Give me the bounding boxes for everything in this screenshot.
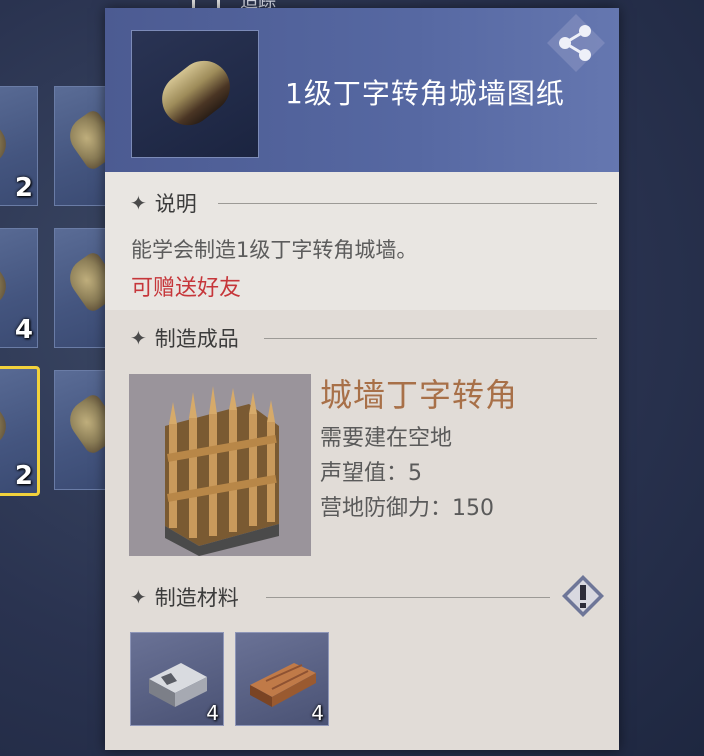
divider (264, 338, 597, 339)
product-attribute: 营地防御力：150 (320, 496, 494, 521)
share-icon[interactable] (545, 12, 607, 74)
diamond-icon: ✦ (130, 585, 147, 609)
slot-count: 2 (14, 173, 33, 203)
item-title: 1级丁字转角城墙图纸 (285, 77, 565, 110)
description-header-label: 说明 (154, 192, 197, 216)
divider (218, 203, 597, 204)
diamond-icon: ✦ (130, 191, 147, 215)
material-count: 4 (311, 701, 324, 725)
item-thumbnail (131, 30, 259, 158)
warning-icon[interactable] (561, 574, 605, 618)
product-header: ✦ 制造成品 (130, 324, 239, 352)
diamond-icon: ✦ (130, 326, 147, 350)
inventory-slot[interactable]: 2 (0, 86, 38, 206)
blueprint-scroll-icon (0, 250, 14, 314)
blueprint-scroll-icon (151, 50, 241, 136)
inventory-slot[interactable]: 4 (0, 228, 38, 348)
description-header: ✦ 说明 (130, 189, 197, 217)
description-text: 能学会制造1级丁字转角城墙。 (131, 238, 418, 262)
inventory-slot-selected[interactable]: 2 (0, 366, 40, 496)
divider (266, 597, 550, 598)
material-count: 4 (206, 701, 219, 725)
product-name: 城墙丁字转角 (320, 376, 519, 414)
wall-corner-image (129, 374, 311, 556)
material-slot-wood[interactable]: 4 (235, 632, 329, 726)
product-header-label: 制造成品 (154, 327, 239, 351)
blueprint-scroll-icon (0, 390, 14, 454)
product-attribute: 声望值：5 (320, 461, 422, 486)
blueprint-scroll-icon (0, 108, 14, 172)
slot-count: 2 (14, 461, 33, 491)
slot-count: 4 (14, 315, 33, 345)
material-slot-iron[interactable]: 4 (130, 632, 224, 726)
gift-text: 可赠送好友 (131, 276, 242, 301)
materials-header: ✦ 制造材料 (130, 583, 239, 611)
item-header: 1级丁字转角城墙图纸 (105, 8, 619, 172)
product-attribute: 需要建在空地 (320, 426, 453, 451)
materials-header-label: 制造材料 (154, 586, 239, 610)
